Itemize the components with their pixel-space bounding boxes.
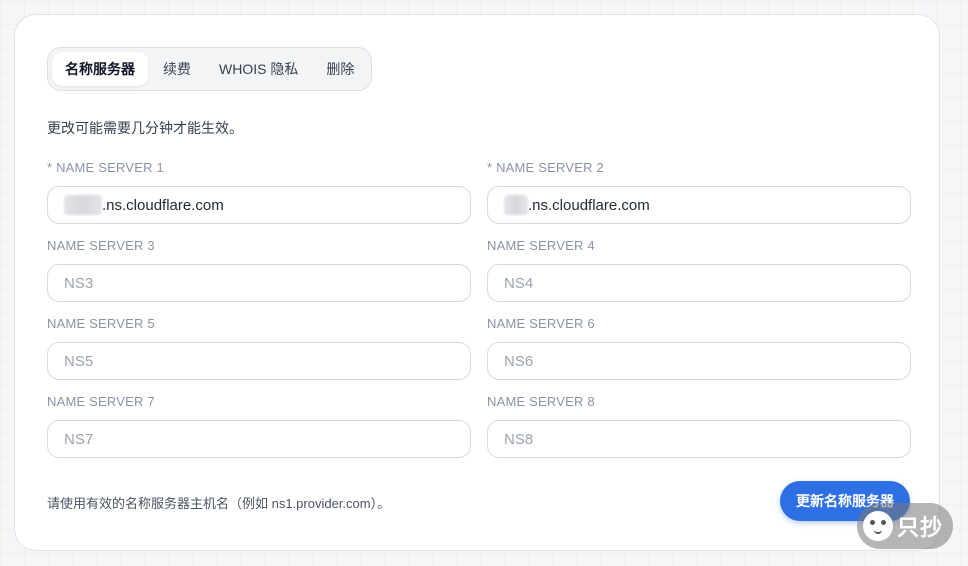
- ns8-input[interactable]: [487, 420, 911, 458]
- cat-face-icon: [863, 511, 893, 541]
- tab-bar: 名称服务器 续费 WHOIS 隐私 删除: [47, 47, 373, 91]
- ns8-field: NAME SERVER 8: [487, 393, 911, 458]
- ns3-field: NAME SERVER 3: [47, 237, 471, 302]
- ns2-value: .ns.cloudflare.com: [528, 196, 650, 214]
- redacted-block: [64, 195, 102, 215]
- ns2-label: * NAME SERVER 2: [487, 160, 604, 175]
- ns6-field: NAME SERVER 6: [487, 315, 911, 380]
- ns4-input[interactable]: [487, 264, 911, 302]
- tab-whois-privacy[interactable]: WHOIS 隐私: [206, 52, 311, 86]
- ns3-input[interactable]: [47, 264, 471, 302]
- ns4-field: NAME SERVER 4: [487, 237, 911, 302]
- ns1-label: * NAME SERVER 1: [47, 160, 164, 175]
- tab-delete[interactable]: 删除: [313, 52, 367, 86]
- ns8-label: NAME SERVER 8: [487, 394, 595, 409]
- ns2-field: * NAME SERVER 2 .ns.cloudflare.com: [487, 159, 911, 224]
- watermark-text: 只抄: [897, 515, 944, 540]
- ns7-field: NAME SERVER 7: [47, 393, 471, 458]
- ns1-value: .ns.cloudflare.com: [102, 196, 224, 214]
- tab-renew[interactable]: 续费: [150, 52, 204, 86]
- ns5-label: NAME SERVER 5: [47, 316, 155, 331]
- ns2-input[interactable]: .ns.cloudflare.com: [487, 186, 911, 224]
- description-text: 更改可能需要几分钟才能生效。: [47, 120, 243, 136]
- ns4-label: NAME SERVER 4: [487, 238, 595, 253]
- ns5-field: NAME SERVER 5: [47, 315, 471, 380]
- ns3-label: NAME SERVER 3: [47, 238, 155, 253]
- ns6-label: NAME SERVER 6: [487, 316, 595, 331]
- ns5-input[interactable]: [47, 342, 471, 380]
- nameserver-card: 名称服务器 续费 WHOIS 隐私 删除 更改可能需要几分钟才能生效。 * NA…: [14, 14, 940, 551]
- ns1-field: * NAME SERVER 1 .ns.cloudflare.com: [47, 159, 471, 224]
- ns1-input[interactable]: .ns.cloudflare.com: [47, 186, 471, 224]
- ns6-input[interactable]: [487, 342, 911, 380]
- watermark-badge: 只抄: [857, 503, 953, 549]
- ns7-label: NAME SERVER 7: [47, 394, 155, 409]
- tab-nameservers[interactable]: 名称服务器: [52, 52, 148, 86]
- ns7-input[interactable]: [47, 420, 471, 458]
- hint-text: 请使用有效的名称服务器主机名（例如 ns1.provider.com）。: [47, 496, 391, 511]
- redacted-block: [504, 195, 528, 215]
